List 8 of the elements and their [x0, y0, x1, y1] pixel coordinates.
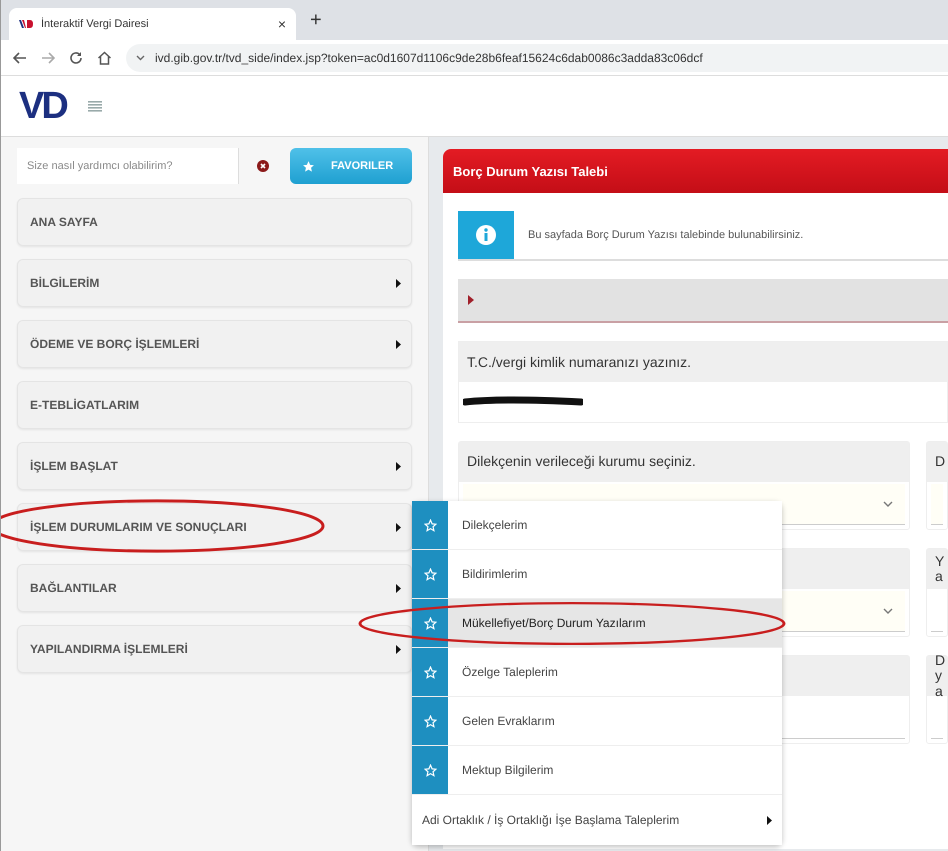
info-text: Bu sayfada Borç Durum Yazısı talebinde bulunabilirsiniz. — [528, 229, 804, 241]
field-label: Dilekçenin verileceği kurumu seçiniz. — [467, 454, 696, 470]
field-label: D ya — [935, 652, 946, 700]
panel-title: Borç Durum Yazısı Talebi — [453, 164, 608, 178]
tab-title: İnteraktif Vergi Dairesi — [41, 18, 150, 30]
field-label: D — [935, 454, 946, 470]
field-label: Ya — [935, 554, 946, 584]
field-label: T.C./vergi kimlik numaranızı yazınız. — [459, 342, 947, 382]
